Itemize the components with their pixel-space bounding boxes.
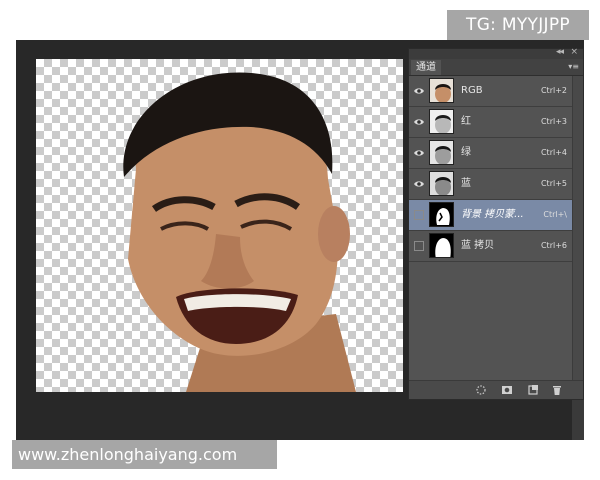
color-face-thumbnail <box>429 78 454 103</box>
new-channel-icon[interactable] <box>527 384 539 396</box>
channel-shortcut: Ctrl+5 <box>540 179 567 188</box>
tab-channels[interactable]: 通道 <box>411 60 441 75</box>
channel-label: 蓝 拷贝 <box>461 240 495 251</box>
channel-label: RGB <box>461 85 483 96</box>
tg-watermark: TG: MYYJJPP <box>447 10 589 40</box>
channel-row-red[interactable]: 红 Ctrl+3 <box>409 107 573 138</box>
panel-bottom-toolbar <box>409 380 583 399</box>
eye-icon[interactable] <box>413 116 425 128</box>
channel-label: 背景 拷贝蒙... <box>461 209 524 220</box>
channels-panel: ◂◂ × 通道 ▾≡ RGB Ctrl+2 红 Ctrl+3 绿 Ctrl+4 … <box>408 47 584 400</box>
channel-row-blue-copy[interactable]: 蓝 拷贝 Ctrl+6 <box>409 231 573 262</box>
eye-icon[interactable] <box>413 178 425 190</box>
site-watermark: www.zhenlonghaiyang.com <box>12 440 277 469</box>
channel-row-background-copy-mask[interactable]: 背景 拷贝蒙... Ctrl+\ <box>409 200 573 231</box>
channel-shortcut: Ctrl+\ <box>543 210 567 219</box>
panel-titlebar: ◂◂ × <box>409 47 583 59</box>
channel-list: RGB Ctrl+2 红 Ctrl+3 绿 Ctrl+4 蓝 Ctrl+5 背景… <box>409 76 573 262</box>
channel-shortcut: Ctrl+4 <box>540 148 567 157</box>
gray-face-thumbnail <box>429 171 454 196</box>
channel-label: 绿 <box>461 147 471 158</box>
channel-row-rgb[interactable]: RGB Ctrl+2 <box>409 76 573 107</box>
collapse-panel-icon[interactable]: ◂◂ <box>556 47 564 57</box>
channel-list-scrollbar[interactable] <box>572 76 583 380</box>
mask-thumbnail <box>429 202 454 227</box>
channel-row-green[interactable]: 绿 Ctrl+4 <box>409 138 573 169</box>
channel-row-blue[interactable]: 蓝 Ctrl+5 <box>409 169 573 200</box>
channel-shortcut: Ctrl+3 <box>540 117 567 126</box>
silhouette-thumbnail <box>429 233 454 258</box>
visibility-toggle[interactable] <box>414 210 424 220</box>
eye-icon[interactable] <box>413 147 425 159</box>
trash-icon[interactable] <box>551 384 563 396</box>
panel-menu-icon[interactable]: ▾≡ <box>568 62 579 71</box>
visibility-toggle[interactable] <box>414 241 424 251</box>
save-selection-icon[interactable] <box>501 384 513 396</box>
panel-tab-bar: 通道 ▾≡ <box>409 59 583 76</box>
gray-face-thumbnail <box>429 109 454 134</box>
gray-face-thumbnail <box>429 140 454 165</box>
channel-label: 红 <box>461 116 471 127</box>
dotted-circle-icon[interactable] <box>475 384 487 396</box>
channel-shortcut: Ctrl+6 <box>540 241 567 250</box>
channel-label: 蓝 <box>461 178 471 189</box>
document-canvas[interactable] <box>36 59 403 392</box>
portrait-image <box>123 72 356 392</box>
workspace-scroll-edge <box>572 400 584 440</box>
channel-shortcut: Ctrl+2 <box>540 86 567 95</box>
close-panel-icon[interactable]: × <box>570 47 578 57</box>
eye-icon[interactable] <box>413 85 425 97</box>
